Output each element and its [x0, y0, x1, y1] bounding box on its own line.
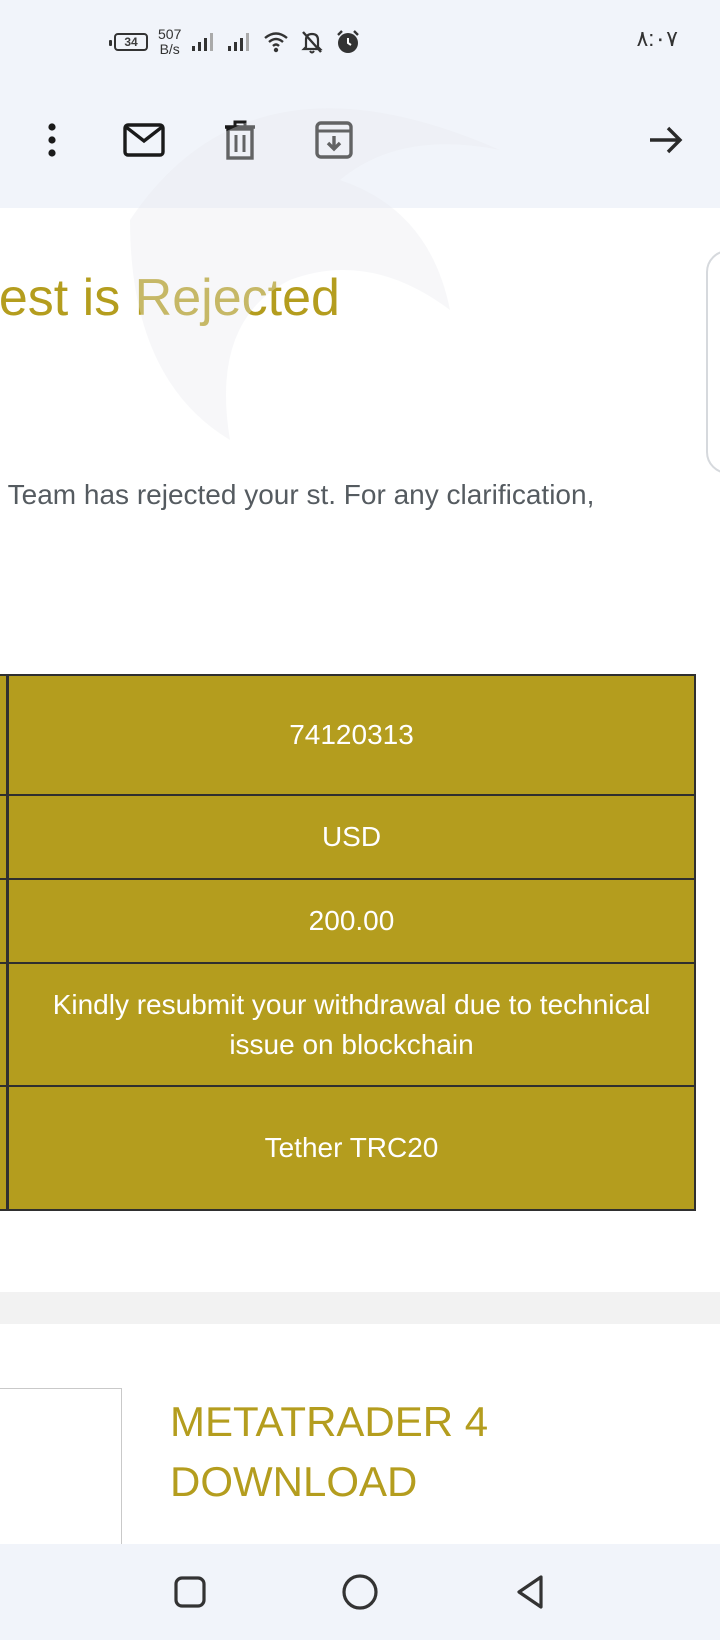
section-divider — [0, 1292, 720, 1324]
recents-icon — [174, 1576, 206, 1608]
status-icons: 34 507 B/s — [109, 24, 361, 60]
system-navigation-bar — [0, 1544, 720, 1640]
table-label-cell — [0, 1087, 9, 1209]
arrow-forward-icon — [650, 126, 683, 154]
table-row: 74120313 — [0, 674, 696, 796]
battery-icon: 34 — [109, 33, 148, 51]
network-speed-unit: B/s — [159, 41, 180, 57]
table-label-cell — [0, 964, 9, 1085]
mark-unread-button[interactable] — [120, 116, 168, 164]
table-label-cell — [0, 796, 9, 878]
clock: ٨:٠٧ — [636, 26, 678, 51]
signal-icon — [192, 33, 214, 51]
more-vert-icon — [48, 123, 56, 157]
table-label-cell — [0, 880, 9, 962]
wifi-icon — [264, 32, 289, 53]
table-row: Kindly resubmit your withdrawal due to t… — [0, 964, 696, 1087]
network-speed: 507 B/s — [158, 27, 181, 57]
table-value-cell: 200.00 — [308, 905, 395, 936]
network-speed-value: 507 — [158, 26, 182, 42]
email-title: ndrawal Request is Rejected t — [0, 269, 340, 327]
status-bar: 34 507 B/s ٨:٠٧ — [0, 0, 720, 80]
email-content: ndrawal Request is Rejected t d, Our Int… — [0, 208, 720, 1544]
battery-level: 34 — [124, 35, 138, 49]
back-button[interactable] — [504, 1566, 556, 1618]
floating-side-bubble[interactable] — [706, 250, 720, 474]
email-toolbar — [0, 80, 720, 208]
email-body-text: d, Our Internal Accounts Team has reject… — [0, 479, 595, 510]
table-row: Tether TRC20 — [0, 1087, 696, 1211]
next-email-button[interactable] — [642, 116, 690, 164]
table-value-cell: Kindly resubmit your withdrawal due to t… — [52, 988, 651, 1060]
table-value-cell: 74120313 — [289, 719, 414, 750]
bell-off-icon — [301, 31, 324, 54]
recents-button[interactable] — [164, 1566, 216, 1618]
table-value-cell: Tether TRC20 — [264, 1132, 439, 1163]
metatrader-download-link[interactable]: METATRADER 4 DOWNLOAD — [170, 1392, 490, 1512]
table-value-cell: USD — [321, 821, 382, 852]
back-icon — [517, 1575, 543, 1609]
download-image-placeholder — [0, 1388, 122, 1544]
archive-icon — [315, 121, 353, 159]
table-row: 200.00 — [0, 880, 696, 964]
archive-button[interactable] — [310, 116, 358, 164]
home-icon — [342, 1574, 378, 1610]
home-button[interactable] — [334, 1566, 386, 1618]
more-options-button[interactable] — [28, 116, 76, 164]
signal-icon-2 — [228, 33, 250, 51]
table-row: USD — [0, 796, 696, 880]
delete-button[interactable] — [216, 116, 264, 164]
alarm-icon — [337, 30, 360, 53]
delete-icon — [225, 120, 255, 160]
table-label-cell — [0, 676, 9, 794]
withdrawal-details-table: 74120313 USD 200.00 Kindly resubmit your… — [0, 674, 696, 1211]
mark-unread-icon — [123, 123, 165, 157]
